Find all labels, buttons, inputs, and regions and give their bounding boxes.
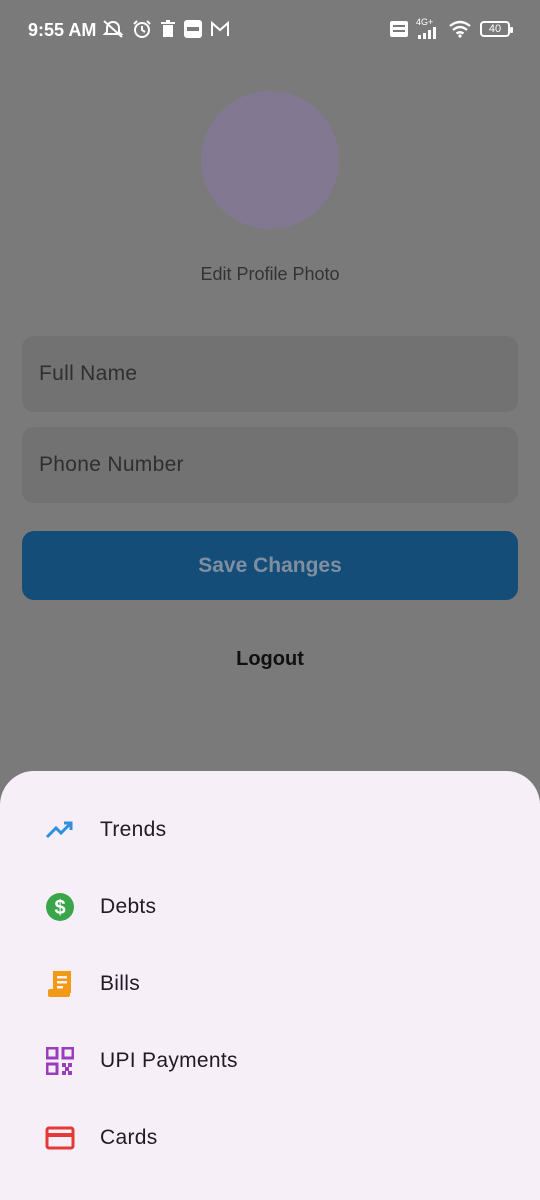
sheet-item-debts[interactable]: $ Debts bbox=[0, 875, 540, 939]
sheet-item-label: UPI Payments bbox=[100, 1049, 238, 1072]
save-changes-button[interactable]: Save Changes bbox=[22, 531, 518, 600]
sheet-item-label: Bills bbox=[100, 972, 141, 995]
mute-icon bbox=[102, 19, 124, 39]
edit-profile-photo-link[interactable]: Edit Profile Photo bbox=[0, 264, 540, 285]
dollar-circle-icon: $ bbox=[44, 891, 76, 923]
status-bar: 9:55 AM 4G+ 40 bbox=[0, 0, 540, 60]
gmail-icon bbox=[210, 21, 230, 37]
battery-level: 40 bbox=[488, 22, 502, 35]
wifi-icon bbox=[448, 20, 472, 38]
sheet-item-upi-payments[interactable]: UPI Payments bbox=[0, 1029, 540, 1093]
signal-icon: 4G+ bbox=[416, 18, 440, 39]
network-label: 4G+ bbox=[416, 17, 434, 27]
sheet-item-label: Trends bbox=[100, 818, 167, 841]
sheet-item-bills[interactable]: Bills bbox=[0, 952, 540, 1016]
qr-code-icon bbox=[44, 1045, 76, 1077]
trending-up-icon bbox=[44, 814, 76, 846]
receipt-icon bbox=[44, 968, 76, 1000]
sheet-item-trends[interactable]: Trends bbox=[0, 798, 540, 862]
phone-number-field[interactable]: Phone Number bbox=[22, 427, 518, 503]
svg-text:$: $ bbox=[54, 897, 65, 919]
volte-icon bbox=[390, 20, 408, 37]
full-name-placeholder: Full Name bbox=[39, 362, 138, 385]
phone-number-placeholder: Phone Number bbox=[39, 453, 184, 476]
status-time: 9:55 AM bbox=[28, 20, 97, 40]
battery-icon: 40 bbox=[480, 20, 513, 37]
paytm-icon bbox=[184, 20, 202, 38]
credit-card-icon bbox=[44, 1122, 76, 1154]
bottom-sheet: Trends $ Debts Bills UPI Payments Cards bbox=[0, 771, 540, 1200]
trash-icon bbox=[160, 20, 176, 38]
sheet-item-cards[interactable]: Cards bbox=[0, 1106, 540, 1170]
sheet-item-label: Cards bbox=[100, 1126, 158, 1149]
alarm-icon bbox=[132, 19, 152, 39]
full-name-field[interactable]: Full Name bbox=[22, 336, 518, 412]
avatar[interactable] bbox=[201, 91, 339, 229]
sheet-item-label: Debts bbox=[100, 895, 157, 918]
logout-button[interactable]: Logout bbox=[0, 648, 540, 671]
